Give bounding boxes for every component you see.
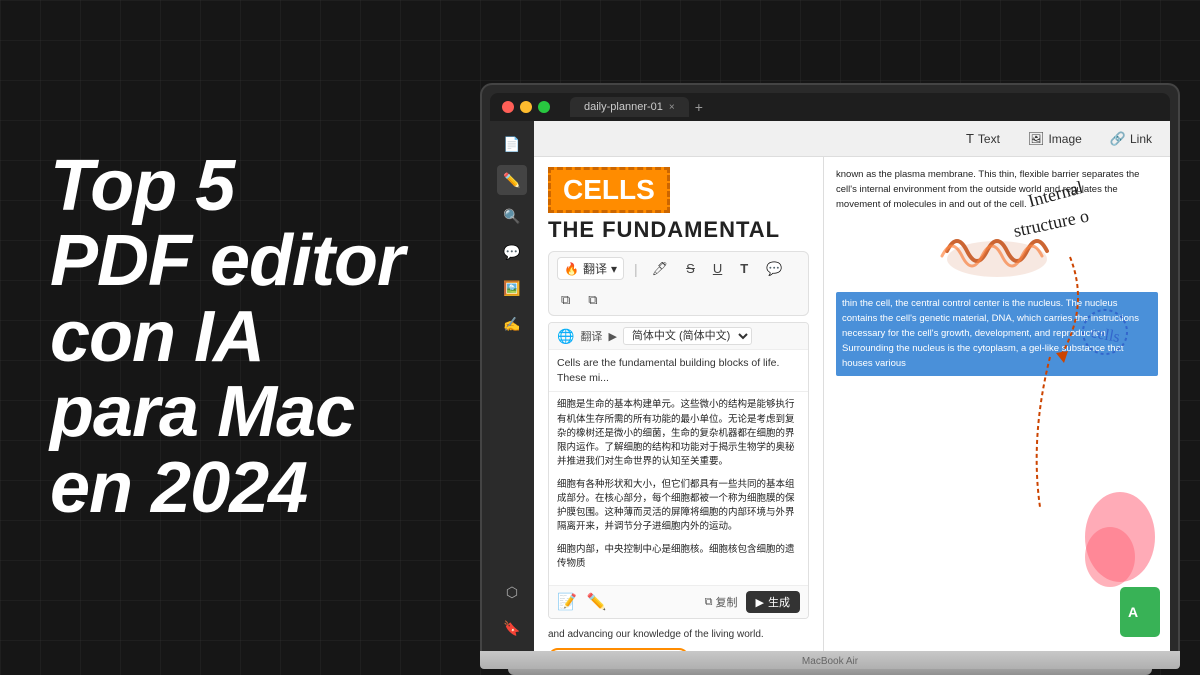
pdf-left-column: CELLS THE FUNDAMENTAL 🔥 翻译 ▾ |: [534, 157, 824, 651]
tab-bar: daily-planner-01 × +: [570, 97, 703, 117]
strikethrough-btn[interactable]: S: [682, 259, 699, 278]
copy-icon-2: ⧉: [705, 596, 713, 609]
pdf-right-column: known as the plasma membrane. This thin,…: [824, 157, 1170, 651]
separator: |: [634, 261, 638, 277]
traffic-light-green[interactable]: [538, 101, 550, 113]
trans-edit-icon: ✏️: [587, 592, 607, 612]
trans-footer-icons: 📝 ✏️: [557, 592, 607, 612]
trans-footer: 📝 ✏️ ⧉ 复制 ▶: [549, 585, 808, 618]
trans-source-label: 翻译: [580, 328, 602, 344]
fire-icon: 🔥: [564, 262, 579, 276]
image-tool-label: Image: [1048, 132, 1081, 146]
sidebar-icon-image[interactable]: 🖼️: [497, 273, 527, 303]
title-line3: con IA: [50, 297, 264, 377]
text-tool-label: Text: [978, 132, 1000, 146]
highlight-icon[interactable]: 🖊: [648, 259, 673, 279]
traffic-light-yellow[interactable]: [520, 101, 532, 113]
underline-btn[interactable]: U: [709, 259, 726, 278]
sidebar-icon-bookmark[interactable]: 🔖: [497, 613, 527, 643]
generate-label: 生成: [768, 594, 790, 610]
sidebar-icon-docs[interactable]: 📄: [497, 129, 527, 159]
sidebar-icon-search[interactable]: 🔍: [497, 201, 527, 231]
link-tool-button[interactable]: 🔗 Link: [1104, 128, 1158, 150]
trans-lang-select[interactable]: 简体中文 (简体中文): [623, 327, 752, 345]
trans-block-3: 细胞内部，中央控制中心是细胞核。细胞核包含细胞的遗传物质: [557, 543, 800, 572]
title-line1: Top 5: [50, 146, 234, 226]
comment-icon[interactable]: 💬: [762, 259, 786, 279]
macbook: daily-planner-01 × + 📄 ✏️ 🔍 💬 🖼️ ✍️: [480, 83, 1180, 675]
macbook-foot: [508, 669, 1152, 675]
titlebar: daily-planner-01 × +: [490, 93, 1170, 121]
copy-button[interactable]: ⧉ 复制: [705, 594, 738, 610]
trans-block-2: 细胞有各种形状和大小，但它们都具有一些共同的基本组成部分。在核心部分，每个细胞都…: [557, 478, 800, 535]
translate-arrow: ▾: [611, 262, 617, 276]
copy-icon[interactable]: ⧉: [557, 290, 574, 310]
sidebar-icon-comment[interactable]: 💬: [497, 237, 527, 267]
pdf-right-intro: known as the plasma membrane. This thin,…: [836, 167, 1158, 213]
trans-full-text: 细胞是生命的基本构建单元。这些微小的结构是能够执行有机体生存所需的所有功能的最小…: [549, 392, 808, 585]
main-title: Top 5 PDF editor con IA para Mac en 2024: [50, 149, 410, 527]
sidebar-icon-edit[interactable]: ✏️: [497, 165, 527, 195]
pdf-area: CELLS THE FUNDAMENTAL 🔥 翻译 ▾ |: [534, 157, 1170, 651]
left-panel: Top 5 PDF editor con IA para Mac en 2024: [0, 0, 460, 675]
cells-header: CELLS: [548, 167, 809, 213]
highlighted-text-content: thin the cell, the central control cente…: [842, 298, 1139, 370]
app-sidebar: 📄 ✏️ 🔍 💬 🖼️ ✍️ ⬡ 🔖: [490, 121, 534, 651]
copy-label: 复制: [716, 594, 738, 610]
title-line4: para Mac: [50, 372, 354, 452]
link-tool-label: Link: [1130, 132, 1152, 146]
active-tab[interactable]: daily-planner-01 ×: [570, 97, 689, 117]
trans-flag-icon: 🌐: [557, 328, 574, 345]
editor-area: T Text 🖼 Image 🔗 Link: [534, 121, 1170, 651]
title-line2: PDF editor: [50, 221, 404, 301]
traffic-light-red[interactable]: [502, 101, 514, 113]
translation-panel: 🌐 翻译 ▶ 简体中文 (简体中文) Cells are the fundame…: [548, 322, 809, 619]
cells-title: CELLS: [548, 167, 670, 213]
fundamental-subtitle: THE FUNDAMENTAL: [548, 217, 809, 243]
sidebar-icon-sign[interactable]: ✍️: [497, 309, 527, 339]
trans-preview: Cells are the fundamental building block…: [549, 350, 808, 392]
more-icon[interactable]: ⧉: [584, 290, 601, 310]
image-tool-button[interactable]: 🖼 Image: [1022, 128, 1088, 150]
generate-icon: ▶: [756, 596, 764, 609]
editor-toolbar: T Text 🖼 Image 🔗 Link: [534, 121, 1170, 157]
text-btn[interactable]: T: [736, 259, 752, 278]
title-line5: en 2024: [50, 448, 307, 528]
macbook-base: [480, 651, 1180, 669]
protein-visual: [937, 221, 1057, 281]
trans-text-icon: 📝: [557, 592, 577, 612]
highlighted-passage: thin the cell, the central control cente…: [836, 292, 1158, 376]
tab-name: daily-planner-01: [584, 101, 663, 113]
translate-toolbar: 🔥 翻译 ▾ | 🖊 S U T 💬 ⧉: [548, 251, 809, 316]
tab-close-icon[interactable]: ×: [669, 102, 675, 113]
macbook-screen: daily-planner-01 × + 📄 ✏️ 🔍 💬 🖼️ ✍️: [480, 83, 1180, 651]
trans-block-1: 细胞是生命的基本构建单元。这些微小的结构是能够执行有机体生存所需的所有功能的最小…: [557, 398, 800, 469]
link-tool-icon: 🔗: [1110, 131, 1126, 147]
tab-add-icon[interactable]: +: [695, 99, 703, 115]
translate-button[interactable]: 🔥 翻译 ▾: [557, 257, 624, 280]
svg-text:A: A: [1128, 604, 1138, 620]
image-tool-icon: 🖼: [1028, 131, 1045, 147]
pdf-bottom-text: and advancing our knowledge of the livin…: [548, 627, 809, 642]
text-tool-icon: T: [966, 131, 974, 146]
sidebar-icon-layers[interactable]: ⬡: [497, 577, 527, 607]
translate-label: 翻译: [583, 260, 607, 277]
generate-button[interactable]: ▶ 生成: [746, 591, 800, 613]
trans-panel-header: 🌐 翻译 ▶ 简体中文 (简体中文): [549, 323, 808, 350]
app-content: 📄 ✏️ 🔍 💬 🖼️ ✍️ ⬡ 🔖 T Te: [490, 121, 1170, 651]
text-tool-button[interactable]: T Text: [960, 128, 1006, 149]
trans-arrow: ▶: [608, 330, 616, 343]
right-panel: daily-planner-01 × + 📄 ✏️ 🔍 💬 🖼️ ✍️: [460, 0, 1200, 675]
